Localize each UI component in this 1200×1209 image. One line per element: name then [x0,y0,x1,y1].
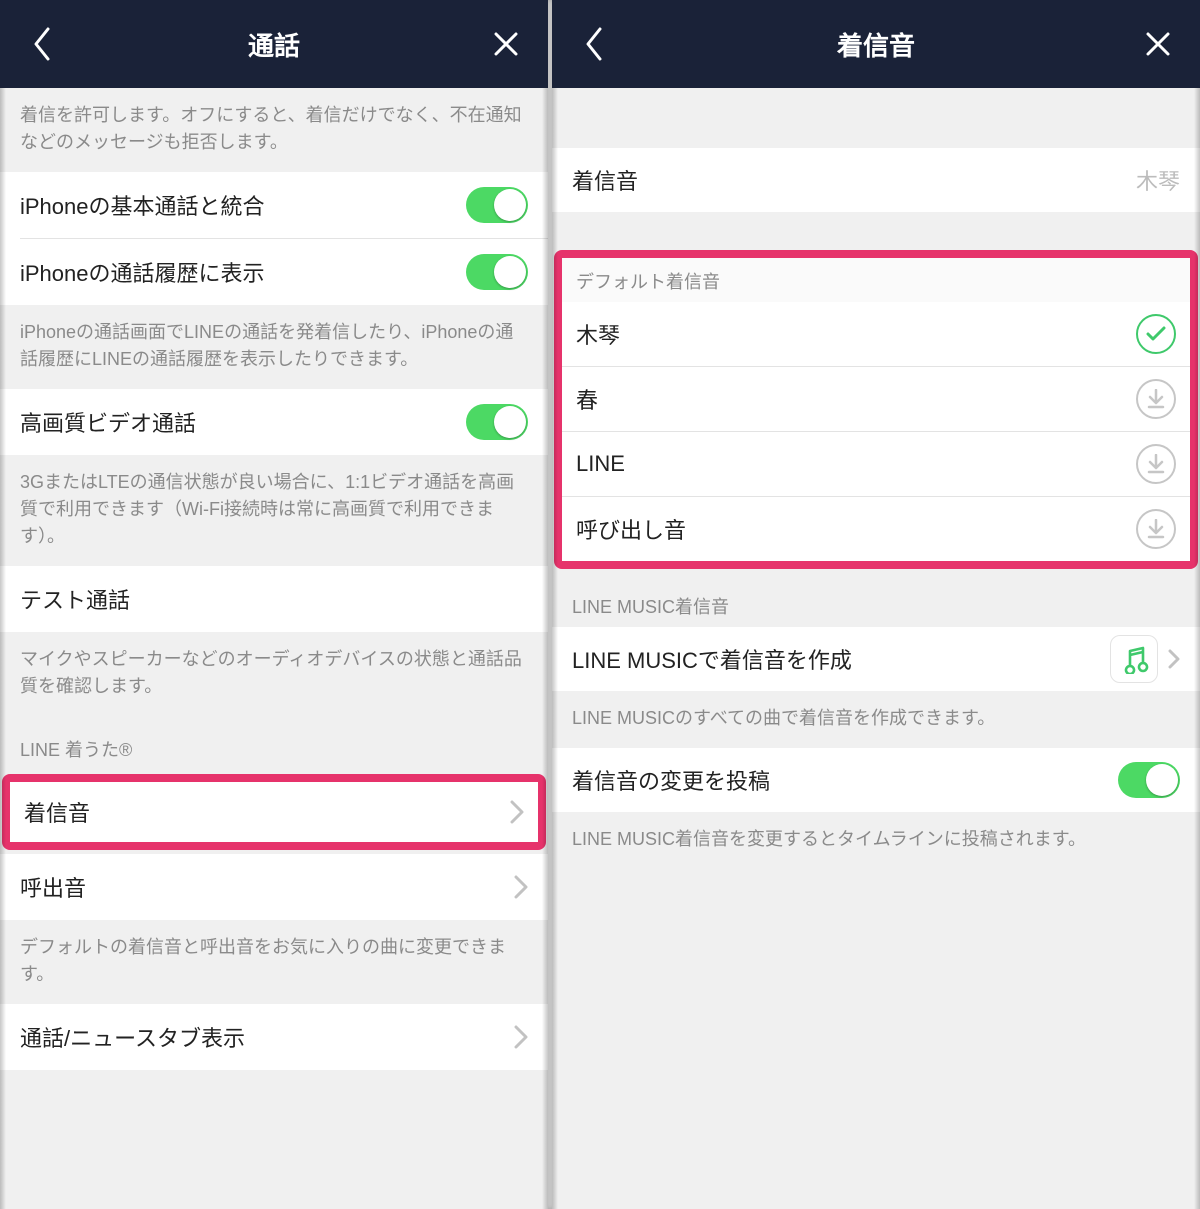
allow-incoming-note: 着信を許可します。オフにすると、着信だけでなく、不在通知などのメッセージも拒否し… [0,88,548,172]
ringtone-item-mokkin[interactable]: 木琴 [562,302,1190,366]
ringtone-item-yobidashi[interactable]: 呼び出し音 [562,497,1190,561]
page-title: 着信音 [552,26,1200,63]
ringtone-item-line[interactable]: LINE [562,432,1190,496]
download-icon[interactable] [1136,379,1176,419]
hq-video-note: 3GまたはLTEの通信状態が良い場合に、1:1ビデオ通話を高画質で利用できます（… [0,455,548,566]
iphone-history-note: iPhoneの通話画面でLINEの通話を発着信したり、iPhoneの通話履歴にL… [0,305,548,389]
create-music-ringtone-row[interactable]: LINE MUSICで着信音を作成 [552,627,1200,691]
ringtone-label: 着信音 [24,796,510,828]
header-left: 通話 [0,0,548,88]
ringtone-item-label: 春 [576,383,1136,415]
close-button[interactable] [1134,20,1182,68]
post-change-row[interactable]: 着信音の変更を投稿 [552,748,1200,812]
chevron-right-icon [514,875,528,899]
line-music-note: LINE MUSICのすべての曲で着信音を作成できます。 [552,691,1200,748]
ringtone-item-label: 呼び出し音 [576,513,1136,545]
default-ringtone-header: デフォルト着信音 [562,258,1190,302]
default-ringtone-highlight: デフォルト着信音 木琴 春 LINE [554,250,1198,569]
back-button[interactable] [18,20,66,68]
test-call-label: テスト通話 [20,583,528,615]
create-music-ringtone-label: LINE MUSICで着信音を作成 [572,643,1110,675]
ringback-label: 呼出音 [20,871,514,903]
ringtone-item-label: 木琴 [576,318,1136,350]
ringtone-item-haru[interactable]: 春 [562,367,1190,431]
ringtone-item-label: LINE [576,451,1136,477]
ringtone-row[interactable]: 着信音 [10,782,538,842]
integrate-iphone-row[interactable]: iPhoneの基本通話と統合 [0,172,548,238]
hq-video-label: 高画質ビデオ通話 [20,406,466,438]
header-right: 着信音 [552,0,1200,88]
checkmark-icon [1136,314,1176,354]
call-news-tab-row[interactable]: 通話/ニュースタブ表示 [0,1004,548,1070]
current-ringtone-label: 着信音 [572,164,1136,196]
music-note-icon [1110,635,1158,683]
hq-video-toggle[interactable] [466,404,528,440]
iphone-history-label: iPhoneの通話履歴に表示 [20,256,466,288]
chevron-right-icon [514,1025,528,1049]
post-change-label: 着信音の変更を投稿 [572,764,1118,796]
integrate-iphone-toggle[interactable] [466,187,528,223]
line-music-header: LINE MUSIC着信音 [552,573,1200,627]
chevron-right-icon [510,800,524,824]
page-title: 通話 [0,26,548,63]
post-change-note: LINE MUSIC着信音を変更するとタイムラインに投稿されます。 [552,812,1200,869]
current-ringtone-row[interactable]: 着信音 木琴 [552,148,1200,212]
iphone-history-row[interactable]: iPhoneの通話履歴に表示 [0,239,548,305]
back-button[interactable] [570,20,618,68]
ringtone-highlight: 着信音 [2,774,546,850]
test-call-row[interactable]: テスト通話 [0,566,548,632]
iphone-history-toggle[interactable] [466,254,528,290]
current-ringtone-value: 木琴 [1136,164,1180,196]
post-change-toggle[interactable] [1118,762,1180,798]
integrate-iphone-label: iPhoneの基本通話と統合 [20,189,466,221]
chevron-right-icon [1168,649,1180,669]
call-news-tab-label: 通話/ニュースタブ表示 [20,1021,514,1053]
test-call-note: マイクやスピーカーなどのオーディオデバイスの状態と通話品質を確認します。 [0,632,548,716]
hq-video-row[interactable]: 高画質ビデオ通話 [0,389,548,455]
chaku-uta-header: LINE 着うた® [0,716,548,770]
close-button[interactable] [482,20,530,68]
ringback-row[interactable]: 呼出音 [0,854,548,920]
download-icon[interactable] [1136,509,1176,549]
download-icon[interactable] [1136,444,1176,484]
ringtone-note: デフォルトの着信音と呼出音をお気に入りの曲に変更できます。 [0,920,548,1004]
